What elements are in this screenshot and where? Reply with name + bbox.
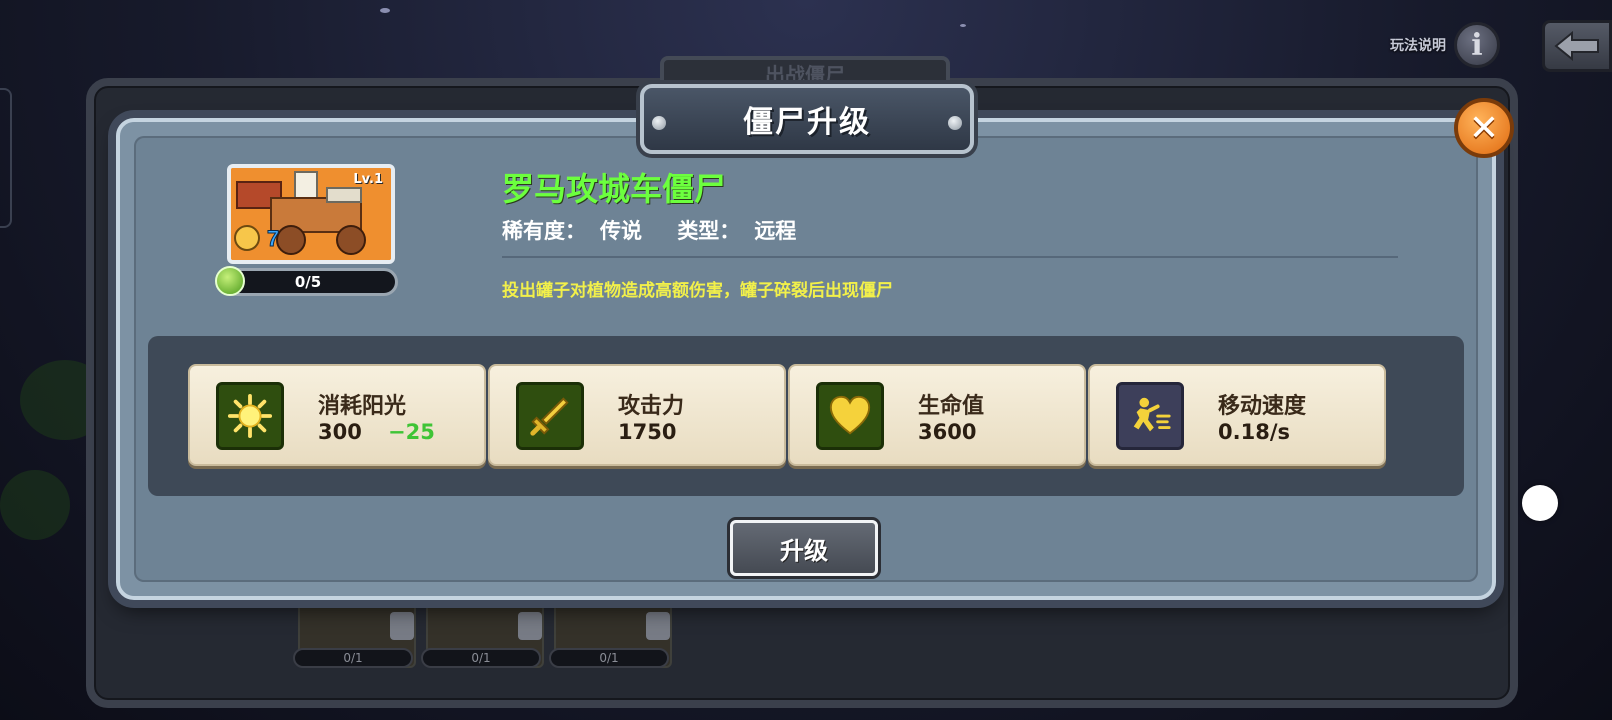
background-star	[380, 8, 390, 13]
stat-value: 300	[318, 420, 362, 444]
dialog-title-plate: 僵尸升级	[640, 84, 974, 154]
rarity-label: 稀有度：	[502, 219, 586, 243]
back-arrow-icon	[1554, 31, 1599, 61]
stat-attack: 攻击力 1750	[488, 364, 786, 466]
stat-label: 消耗阳光	[318, 394, 407, 419]
upgrade-button[interactable]: 升级	[730, 520, 878, 576]
zombie-name: 罗马攻城车僵尸	[502, 170, 727, 208]
back-button[interactable]	[1542, 20, 1612, 72]
leaf-gem-icon	[215, 266, 245, 296]
close-button[interactable]: ✕	[1454, 98, 1514, 158]
zombie-card: 7 Lv.1	[227, 164, 395, 264]
type-label: 类型：	[677, 219, 741, 243]
stat-label: 移动速度	[1218, 394, 1307, 419]
lock-icon	[390, 612, 414, 640]
background-card-progress: 0/1	[293, 648, 413, 668]
stat-value: 3600	[918, 420, 977, 444]
background-bush	[0, 470, 70, 540]
stat-value: 1750	[618, 420, 677, 444]
lock-icon	[646, 612, 670, 640]
floating-assist-button[interactable]	[1522, 485, 1558, 521]
bolt-icon	[652, 116, 666, 130]
help-control[interactable]: 玩法说明 i	[1390, 20, 1500, 70]
card-progress-text: 0/5	[294, 273, 322, 291]
stat-label: 攻击力	[618, 394, 685, 419]
background-card-progress: 0/1	[549, 648, 669, 668]
help-label: 玩法说明	[1390, 38, 1446, 54]
background-star	[960, 24, 966, 27]
running-zombie-icon	[1116, 382, 1184, 450]
stat-sun-cost: 消耗阳光 300 −25	[188, 364, 486, 466]
lock-icon	[518, 612, 542, 640]
type-value: 远程	[754, 219, 797, 243]
sword-icon	[516, 382, 584, 450]
card-progress-bar: 0/5	[218, 268, 398, 296]
dialog-title: 僵尸升级	[743, 105, 871, 140]
rarity-text: 稀有度： 传说	[502, 219, 656, 243]
zombie-meta: 稀有度： 传说 类型： 远程	[502, 215, 824, 245]
info-icon[interactable]: i	[1454, 22, 1500, 68]
divider	[502, 256, 1398, 258]
rarity-value: 传说	[600, 219, 642, 243]
close-icon: ✕	[1468, 107, 1500, 149]
background-side-tab	[0, 88, 12, 228]
bolt-icon	[948, 116, 962, 130]
type-text: 类型： 远程	[677, 219, 810, 243]
sun-icon	[216, 382, 284, 450]
svg-text:7: 7	[267, 226, 279, 251]
stat-value: 0.18/s	[1218, 420, 1290, 444]
stat-move-speed: 移动速度 0.18/s	[1088, 364, 1386, 466]
background-card-progress: 0/1	[421, 648, 541, 668]
stat-label: 生命值	[918, 394, 985, 419]
card-level: Lv.1	[353, 172, 383, 187]
stat-delta: −25	[388, 420, 435, 444]
zombie-description: 投出罐子对植物造成高额伤害，罐子碎裂后出现僵尸	[502, 281, 893, 301]
stat-health: 生命值 3600	[788, 364, 1086, 466]
heart-icon	[816, 382, 884, 450]
